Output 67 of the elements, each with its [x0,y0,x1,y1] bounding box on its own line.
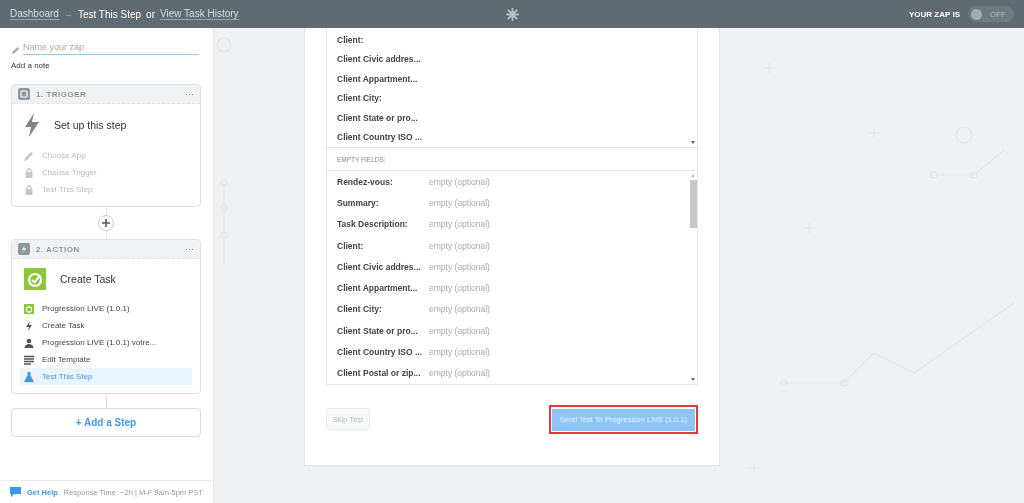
field-label: Client Postal or zip... [337,368,422,379]
step-title: Create Task [60,273,116,285]
zap-name-field[interactable]: Name your zap [23,42,199,55]
step-menu-item[interactable]: Create Task [20,317,192,334]
field-label: Client Country ISO ... [337,132,423,143]
scrollbar-thumb[interactable] [689,180,697,228]
add-step-button[interactable]: + Add a Step [11,408,201,437]
field-label: Summary: [337,197,380,208]
dashboard-link[interactable]: Dashboard [10,8,59,20]
field-label: Task Description: [337,219,409,230]
pencil-icon [24,150,34,161]
field-label: Client: [337,34,365,45]
field-label: Client State or pro... [337,112,419,123]
field-label: Client Civic addres... [337,261,422,272]
settings-icon[interactable] [506,8,519,21]
or-text: or [146,8,155,20]
plus-icon [102,219,110,227]
field-value: empty (optional) [429,347,490,357]
text-lines-icon [24,354,34,365]
field-value: empty (optional) [429,197,490,208]
more-button[interactable]: ··· [185,89,194,99]
more-button[interactable]: ··· [185,244,194,254]
scroll-down-icon [691,141,695,144]
trigger-icon [18,88,30,100]
field-value: empty (optional) [429,261,490,272]
step-title: Set up this step [54,119,127,131]
step-menu-item[interactable]: Test This Step [20,368,192,385]
field-label: Client: [337,240,365,251]
task-history-link[interactable]: View Task History [160,8,239,20]
chat-bubble-icon [10,487,21,497]
field-value: empty (optional) [429,283,490,294]
step-menu-item[interactable]: Progression LIVE (1.0.1) votre... [20,334,192,351]
add-note-link[interactable]: Add a note [11,61,50,70]
field-label: Client Appartment... [337,283,419,294]
lightning-bolt-icon [24,113,40,137]
field-label: Client Country ISO ... [337,347,423,357]
app-logo-icon [24,303,34,314]
step-header: 2. ACTION [36,244,80,254]
step-menu-item[interactable]: Progression LIVE (1.0.1) [20,300,192,317]
flask-icon [24,371,34,382]
step-header: 1. TRIGGER [36,89,87,99]
scroll-down-icon [691,378,695,381]
field-value: empty (optional) [429,240,490,251]
field-label: Client State or pro... [337,325,419,336]
lock-icon [24,167,34,178]
lock-icon [24,184,34,195]
scroll-up-icon [691,174,695,177]
field-value: empty (optional) [429,219,490,230]
field-value: empty (optional) [429,368,490,379]
step-menu-item[interactable]: Edit Template [20,351,192,368]
field-label: Rendez-vous: [337,176,394,187]
person-icon [24,337,34,348]
action-icon [18,243,30,255]
field-label: Client City: [337,93,383,104]
current-step-text: Test This Step [77,8,142,20]
app-logo-icon [24,268,46,290]
field-value: empty (optional) [429,304,490,315]
pencil-icon [11,46,20,55]
field-label: Client City: [337,304,383,315]
field-label: Client Civic addres... [337,54,422,65]
breadcrumb-separator: → [63,9,73,19]
add-step-plus-button[interactable] [98,215,114,231]
zap-status-label: YOUR ZAP IS [909,9,960,19]
field-value: empty (optional) [429,325,490,336]
lightning-bolt-icon [24,320,34,331]
field-value: empty (optional) [429,176,490,187]
field-label: Client Appartment... [337,73,419,84]
